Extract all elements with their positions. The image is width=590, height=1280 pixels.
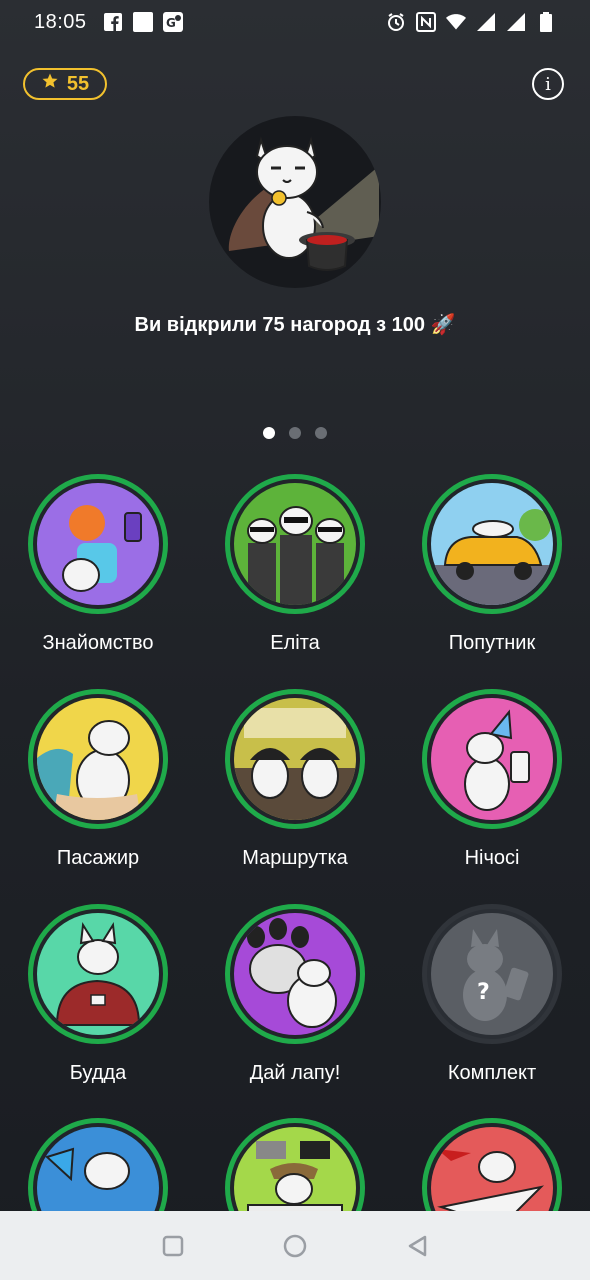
wifi-icon xyxy=(446,12,466,32)
award-label: Будда xyxy=(69,1062,127,1084)
square-notification-icon xyxy=(132,12,153,32)
award-illustration xyxy=(234,483,356,605)
pager-dot[interactable] xyxy=(289,427,301,439)
circle-icon xyxy=(283,1234,307,1257)
award-badge xyxy=(28,474,168,614)
award-illustration xyxy=(37,483,159,605)
status-left: 18:05 G xyxy=(34,11,183,34)
facebook-icon xyxy=(103,12,123,32)
signal-icon xyxy=(506,12,526,32)
pager-dot[interactable] xyxy=(315,427,327,439)
award-tile[interactable]: Будда xyxy=(0,904,196,1104)
award-tile[interactable]: Пасажир xyxy=(0,689,196,889)
award-label: Попутник xyxy=(448,632,536,654)
pager-dot[interactable] xyxy=(263,427,275,439)
system-nav-bar xyxy=(0,1211,590,1280)
award-label: Комплект xyxy=(447,1062,537,1084)
award-illustration xyxy=(37,698,159,820)
award-tile[interactable]: Попутник xyxy=(394,474,590,674)
award-tile[interactable]: Дай лапу! xyxy=(197,904,393,1104)
pager xyxy=(0,427,590,439)
award-label: Пасажир xyxy=(56,847,140,869)
status-bar: 18:05 G xyxy=(0,0,590,44)
award-badge xyxy=(225,904,365,1044)
award-illustration xyxy=(37,913,159,1035)
award-tile[interactable]: Нічосі xyxy=(394,689,590,889)
award-badge: ? xyxy=(422,904,562,1044)
award-label: Еліта xyxy=(270,632,320,654)
map-icon: G xyxy=(162,12,183,32)
points-badge[interactable]: 55 xyxy=(23,68,107,100)
signal-icon xyxy=(476,12,496,32)
award-badge xyxy=(28,689,168,829)
svg-text:G: G xyxy=(166,16,176,30)
award-tile[interactable]: Знайомство xyxy=(0,474,196,674)
back-triangle-icon xyxy=(408,1235,427,1256)
award-label: Нічосі xyxy=(464,847,520,869)
award-badge xyxy=(225,689,365,829)
recent-apps-button[interactable] xyxy=(160,1233,186,1259)
award-badge xyxy=(422,689,562,829)
magician-cat-illustration xyxy=(228,136,379,271)
battery-icon xyxy=(536,12,556,32)
award-illustration: ? xyxy=(431,913,553,1035)
status-right xyxy=(386,12,556,32)
award-badge xyxy=(28,904,168,1044)
award-illustration xyxy=(234,913,356,1035)
award-label: Маршрутка xyxy=(242,847,348,869)
home-button[interactable] xyxy=(282,1233,308,1259)
award-illustration xyxy=(234,698,356,820)
status-time: 18:05 xyxy=(34,10,87,33)
award-illustration xyxy=(431,483,553,605)
award-badge xyxy=(225,474,365,614)
back-button[interactable] xyxy=(404,1233,430,1259)
square-icon xyxy=(162,1235,184,1256)
nfc-icon xyxy=(416,12,436,32)
award-label: Дай лапу! xyxy=(249,1062,341,1084)
award-tile[interactable]: Еліта xyxy=(197,474,393,674)
award-badge xyxy=(422,474,562,614)
info-icon[interactable]: i xyxy=(532,68,564,100)
award-label: Знайомство xyxy=(42,632,154,654)
award-tile[interactable]: Маршрутка xyxy=(197,689,393,889)
hero-avatar xyxy=(209,116,381,288)
question-mark-icon: ? xyxy=(477,980,490,1005)
award-illustration xyxy=(431,698,553,820)
award-tile-locked[interactable]: ? Комплект xyxy=(394,904,590,1104)
alarm-icon xyxy=(386,12,406,32)
star-icon xyxy=(41,72,59,96)
awards-progress-text: Ви відкрили 75 нагород з 100 🚀 xyxy=(134,314,456,336)
points-value: 55 xyxy=(66,72,90,95)
